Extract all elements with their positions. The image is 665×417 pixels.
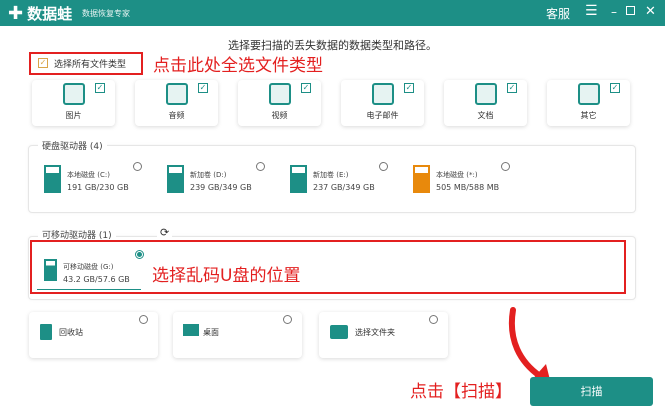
app-logo: ✚ 数据蛙: [8, 3, 73, 24]
location-desktop[interactable]: 桌面: [173, 312, 302, 358]
folder-icon: [330, 325, 348, 339]
drive-icon: [44, 165, 61, 193]
drive-e[interactable]: 新加卷 (E:) 237 GB/349 GB: [290, 165, 375, 193]
checkbox[interactable]: ✓: [507, 83, 517, 93]
document-icon: [475, 83, 497, 105]
audio-icon: [166, 83, 188, 105]
hard-drive-label: 硬盘驱动器 (4): [38, 139, 107, 152]
email-icon: [372, 83, 394, 105]
logo-plus-icon: ✚: [8, 3, 24, 24]
drive-star-radio[interactable]: [501, 162, 510, 171]
drive-star[interactable]: 本地磁盘 (*:) 505 MB/588 MB: [413, 165, 499, 193]
annotation-scan: 点击【扫描】: [410, 382, 512, 402]
drive-c[interactable]: 本地磁盘 (C:) 191 GB/230 GB: [44, 165, 129, 193]
drive-icon: [290, 165, 307, 193]
radio[interactable]: [429, 315, 438, 324]
select-all-label[interactable]: 选择所有文件类型: [54, 57, 126, 70]
minimize-icon[interactable]: –: [611, 5, 617, 19]
file-type-image[interactable]: ✓ 图片: [32, 80, 115, 126]
arrow-shaft: [508, 307, 543, 379]
video-icon: [269, 83, 291, 105]
checkbox[interactable]: ✓: [301, 83, 311, 93]
menu-icon[interactable]: ☰: [585, 3, 598, 19]
drive-e-radio[interactable]: [379, 162, 388, 171]
close-icon[interactable]: ✕: [645, 4, 656, 19]
drive-icon: [413, 165, 430, 193]
instruction-text: 选择要扫描的丢失数据的数据类型和路径。: [228, 39, 437, 52]
location-recycle-bin[interactable]: 回收站: [29, 312, 158, 358]
drive-d[interactable]: 新加卷 (D:) 239 GB/349 GB: [167, 165, 252, 193]
radio[interactable]: [139, 315, 148, 324]
file-type-other[interactable]: ✓ 其它: [547, 80, 630, 126]
radio[interactable]: [283, 315, 292, 324]
tagline: 数据恢复专家: [82, 9, 130, 18]
file-type-video[interactable]: ✓ 视频: [238, 80, 321, 126]
usb-icon: [44, 259, 57, 281]
checkbox[interactable]: ✓: [95, 83, 105, 93]
drive-d-radio[interactable]: [256, 162, 265, 171]
annotation-select-all: 点击此处全选文件类型: [153, 56, 323, 76]
drive-c-radio[interactable]: [133, 162, 142, 171]
location-folder[interactable]: 选择文件夹: [319, 312, 448, 358]
support-link[interactable]: 客服: [546, 5, 570, 22]
file-type-email[interactable]: ✓ 电子邮件: [341, 80, 424, 126]
checkbox[interactable]: ✓: [198, 83, 208, 93]
drive-icon: [167, 165, 184, 193]
checkbox[interactable]: ✓: [610, 83, 620, 93]
desktop-icon: [183, 324, 199, 336]
maximize-icon[interactable]: [626, 6, 635, 15]
other-icon: [578, 83, 600, 105]
file-type-audio[interactable]: ✓ 音频: [135, 80, 218, 126]
image-icon: [63, 83, 85, 105]
recycle-bin-icon: [40, 324, 52, 340]
selected-underline: [37, 289, 141, 290]
refresh-icon[interactable]: ⟳: [157, 226, 173, 239]
title-bar: ✚ 数据蛙 数据恢复专家 客服 ☰ – ✕: [0, 0, 665, 26]
annotation-usb: 选择乱码U盘的位置: [152, 266, 301, 286]
scan-button[interactable]: 扫描: [530, 377, 653, 406]
drive-g[interactable]: 可移动磁盘 (G:) 43.2 GB/57.6 GB: [44, 257, 130, 284]
drive-g-radio[interactable]: [135, 250, 144, 259]
select-all-checkbox[interactable]: ✓: [38, 58, 48, 68]
checkbox[interactable]: ✓: [404, 83, 414, 93]
file-type-document[interactable]: ✓ 文档: [444, 80, 527, 126]
